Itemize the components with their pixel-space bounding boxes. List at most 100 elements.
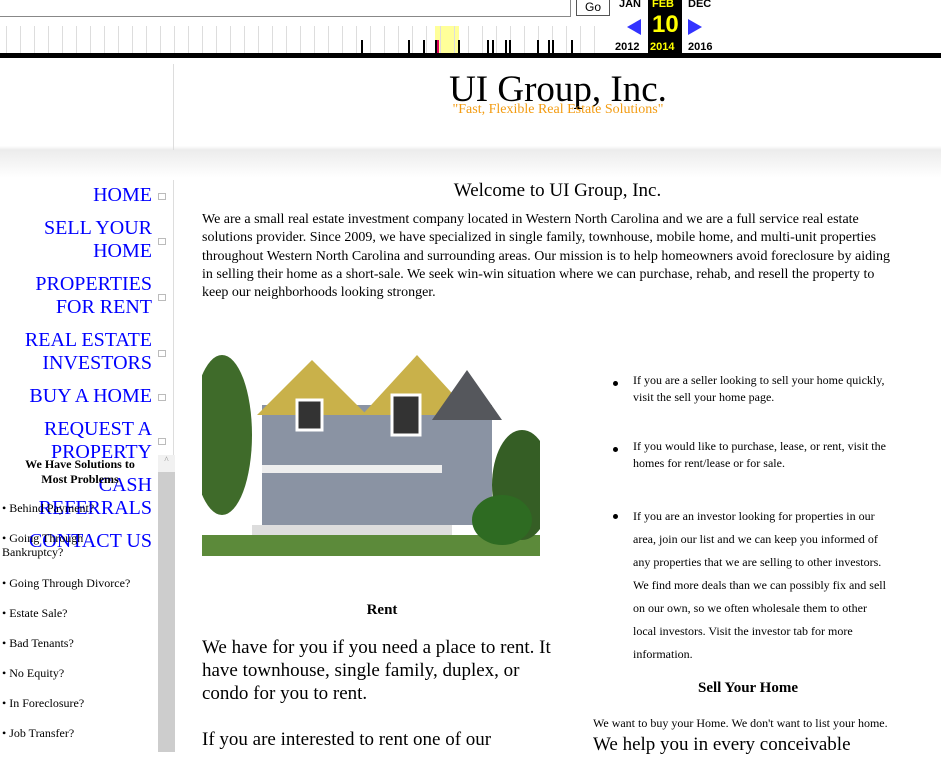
solution-item[interactable]: • Behind Payment? — [2, 501, 94, 515]
bullet-icon — [613, 447, 618, 452]
bullet-icon — [613, 514, 618, 519]
nav-home[interactable]: HOME — [93, 184, 152, 207]
capture-bar[interactable] — [435, 40, 437, 53]
month-gridline[interactable] — [76, 26, 77, 53]
month-gridline[interactable] — [468, 26, 469, 53]
month-gridline[interactable] — [90, 26, 91, 53]
capture-bar[interactable] — [458, 40, 460, 53]
rent-heading: Rent — [366, 602, 398, 618]
rent-text: We have for you if you need a place to r… — [202, 637, 551, 704]
solutions-heading: We Have Solutions to Most Problems — [25, 457, 135, 486]
month-gridline[interactable] — [496, 26, 497, 53]
month-gridline[interactable] — [594, 26, 595, 53]
next-arrow-icon[interactable] — [688, 19, 702, 35]
month-gridline[interactable] — [188, 26, 189, 53]
month-gridline[interactable] — [580, 26, 581, 53]
nav-sell-your-home[interactable]: SELL YOUR HOME — [12, 217, 152, 263]
month-gridline[interactable] — [314, 26, 315, 53]
month-gridline[interactable] — [20, 26, 21, 53]
url-input[interactable] — [0, 0, 571, 17]
nav-buy-a-home[interactable]: BUY A HOME — [29, 385, 152, 408]
capture-bar[interactable] — [505, 40, 507, 53]
nav-real-estate-investors[interactable]: REAL ESTATE INVESTORS — [12, 329, 152, 375]
month-gridline[interactable] — [6, 26, 7, 53]
nav-marker-icon — [158, 294, 166, 301]
solution-item[interactable]: • Going Through Bankruptcy? — [2, 531, 92, 559]
month-gridline[interactable] — [342, 26, 343, 53]
month-gridline[interactable] — [104, 26, 105, 53]
month-gridline[interactable] — [34, 26, 35, 53]
month-gridline[interactable] — [300, 26, 301, 53]
solution-item[interactable]: • In Foreclosure? — [2, 696, 84, 710]
solution-item[interactable]: • Bad Tenants? — [2, 636, 74, 650]
capture-bar[interactable] — [423, 40, 425, 53]
capture-bar[interactable] — [548, 40, 550, 53]
month-gridline[interactable] — [146, 26, 147, 53]
capture-bar[interactable] — [509, 40, 511, 53]
bullet-item: If you would like to purchase, lease, or… — [613, 438, 893, 472]
nav-marker-icon — [158, 394, 166, 401]
solution-item[interactable]: • Estate Sale? — [2, 606, 68, 620]
sell-text-small: We want to buy your Home. We don't want … — [593, 716, 888, 730]
capture-bar[interactable] — [361, 40, 363, 53]
nav-marker-icon — [158, 350, 166, 357]
month-gridline[interactable] — [174, 26, 175, 53]
solution-item[interactable]: • No Equity? — [2, 666, 64, 680]
month-gridline[interactable] — [160, 26, 161, 53]
nav-properties-for-rent[interactable]: PROPERTIES FOR RENT — [12, 273, 152, 319]
capture-bar[interactable] — [552, 40, 554, 53]
prev-month[interactable]: JAN — [619, 0, 641, 10]
month-gridline[interactable] — [398, 26, 399, 53]
bullet-item: If you are an investor looking for prope… — [613, 505, 893, 666]
intro-paragraph: We are a small real estate investment co… — [202, 212, 890, 301]
selected-capture-bar[interactable] — [437, 40, 439, 53]
month-gridline[interactable] — [524, 26, 525, 53]
capture-bar[interactable] — [571, 40, 573, 53]
current-month: FEB — [652, 0, 674, 10]
prev-arrow-icon[interactable] — [627, 19, 641, 35]
capture-sparkline[interactable] — [0, 26, 600, 53]
next-year[interactable]: 2016 — [688, 41, 712, 53]
month-gridline[interactable] — [286, 26, 287, 53]
solution-item[interactable]: • Job Transfer? — [2, 726, 74, 740]
month-gridline[interactable] — [384, 26, 385, 53]
month-gridline[interactable] — [48, 26, 49, 53]
go-button[interactable]: Go — [576, 0, 610, 16]
month-gridline[interactable] — [272, 26, 273, 53]
nav-marker-icon — [158, 193, 166, 200]
month-gridline[interactable] — [440, 26, 441, 53]
month-gridline[interactable] — [216, 26, 217, 53]
wayback-toolbar: Go JAN FEB DEC 10 2012 2014 2016 — [0, 0, 941, 58]
capture-bar[interactable] — [537, 40, 539, 53]
prev-year[interactable]: 2012 — [615, 41, 639, 53]
month-gridline[interactable] — [230, 26, 231, 53]
month-gridline[interactable] — [132, 26, 133, 53]
month-gridline[interactable] — [258, 26, 259, 53]
scroll-up-icon[interactable]: ^ — [158, 455, 175, 472]
month-gridline[interactable] — [62, 26, 63, 53]
month-gridline[interactable] — [426, 26, 427, 53]
capture-bar[interactable] — [492, 40, 494, 53]
solution-item[interactable]: • Going Through Divorce? — [2, 576, 130, 590]
month-gridline[interactable] — [118, 26, 119, 53]
site-tagline: "Fast, Flexible Real Estate Solutions" — [452, 102, 664, 117]
solutions-scrollbar[interactable] — [158, 455, 175, 752]
month-gridline[interactable] — [412, 26, 413, 53]
header-divider — [173, 64, 174, 150]
nav-marker-icon — [158, 438, 166, 445]
month-gridline[interactable] — [482, 26, 483, 53]
current-year: 2014 — [650, 41, 675, 53]
next-month[interactable]: DEC — [688, 0, 711, 10]
month-gridline[interactable] — [328, 26, 329, 53]
capture-bar[interactable] — [408, 40, 410, 53]
capture-bar[interactable] — [487, 40, 489, 53]
month-gridline[interactable] — [202, 26, 203, 53]
sell-text: We want to buy your Home. We don't want … — [593, 713, 903, 757]
month-gridline[interactable] — [244, 26, 245, 53]
welcome-heading: Welcome to UI Group, Inc. — [453, 180, 662, 201]
month-gridline[interactable] — [356, 26, 357, 53]
month-gridline[interactable] — [566, 26, 567, 53]
bullet-text: If you are a seller looking to sell your… — [633, 373, 885, 404]
month-gridline[interactable] — [370, 26, 371, 53]
month-gridline[interactable] — [454, 26, 455, 53]
